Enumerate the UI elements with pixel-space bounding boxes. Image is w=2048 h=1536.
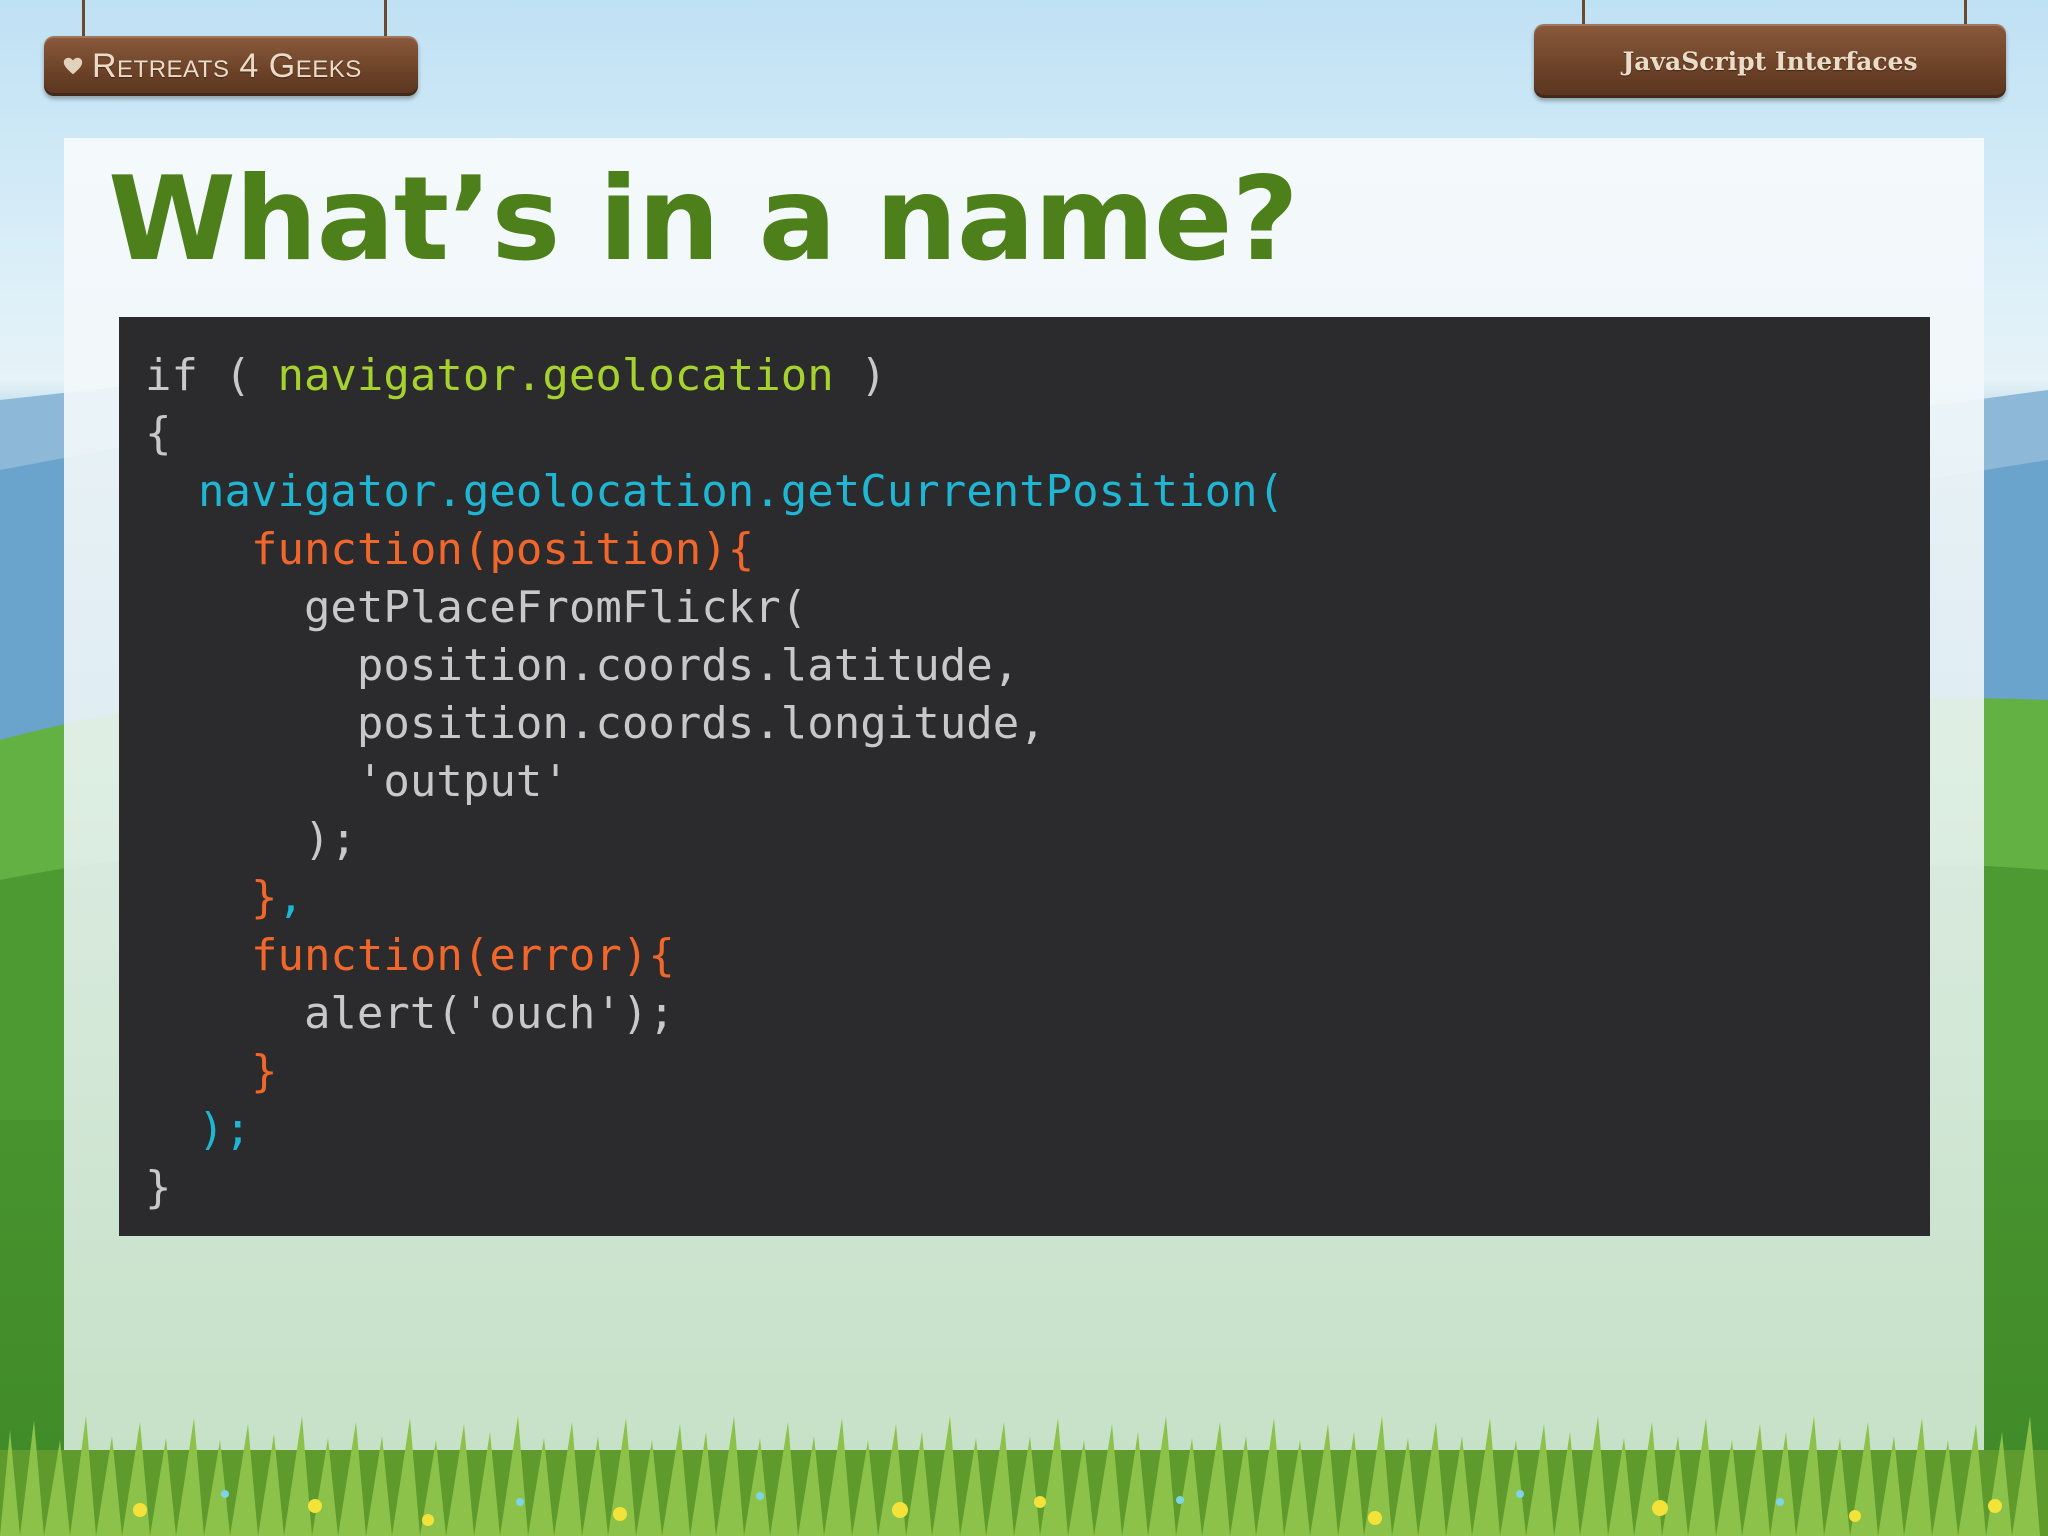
code-token: {	[145, 408, 172, 459]
code-line: 'output'	[119, 753, 1930, 811]
code-line: function(position){	[119, 521, 1930, 579]
code-token: function(position){	[145, 524, 755, 575]
grass-decoration	[0, 1416, 2048, 1536]
logo-text: Retreats 4 Geeks	[92, 46, 362, 85]
code-line: function(error){	[119, 927, 1930, 985]
code-token: function(error){	[145, 930, 675, 981]
code-token: 'output'	[145, 756, 569, 807]
code-line: navigator.geolocation.getCurrentPosition…	[119, 463, 1930, 521]
code-line: );	[119, 811, 1930, 869]
code-line: if ( navigator.geolocation )	[119, 347, 1930, 405]
code-line: position.coords.latitude,	[119, 637, 1930, 695]
code-token: navigator.geolocation	[277, 350, 834, 401]
code-token: );	[145, 1104, 251, 1155]
slide-title: What’s in a name?	[108, 152, 1299, 287]
code-block: if ( navigator.geolocation ) { navigator…	[119, 317, 1930, 1236]
code-line: getPlaceFromFlickr(	[119, 579, 1930, 637]
code-line: }	[119, 1159, 1930, 1217]
code-token: alert('ouch');	[145, 988, 675, 1039]
deck-title: JavaScript Interfaces	[1622, 46, 1918, 76]
code-token: }	[145, 872, 278, 923]
deck-title-sign: JavaScript Interfaces	[1534, 24, 2006, 98]
heart-icon	[63, 57, 83, 75]
sign-rope	[82, 0, 85, 40]
code-token: getPlaceFromFlickr(	[145, 582, 808, 633]
code-token: ,	[277, 872, 304, 923]
logo-sign: Retreats 4 Geeks	[44, 36, 418, 96]
code-line: }	[119, 1043, 1930, 1101]
code-token: }	[145, 1046, 278, 1097]
code-line: {	[119, 405, 1930, 463]
code-token: )	[833, 350, 887, 401]
code-token: navigator.geolocation.getCurrentPosition…	[145, 466, 1285, 517]
code-line: position.coords.longitude,	[119, 695, 1930, 753]
code-token: );	[145, 814, 357, 865]
code-line: alert('ouch');	[119, 985, 1930, 1043]
code-token: if (	[145, 350, 278, 401]
sign-rope	[384, 0, 387, 40]
code-line: );	[119, 1101, 1930, 1159]
code-token: }	[145, 1162, 172, 1213]
code-token: position.coords.longitude,	[145, 698, 1046, 749]
code-line: },	[119, 869, 1930, 927]
code-token: position.coords.latitude,	[145, 640, 1020, 691]
